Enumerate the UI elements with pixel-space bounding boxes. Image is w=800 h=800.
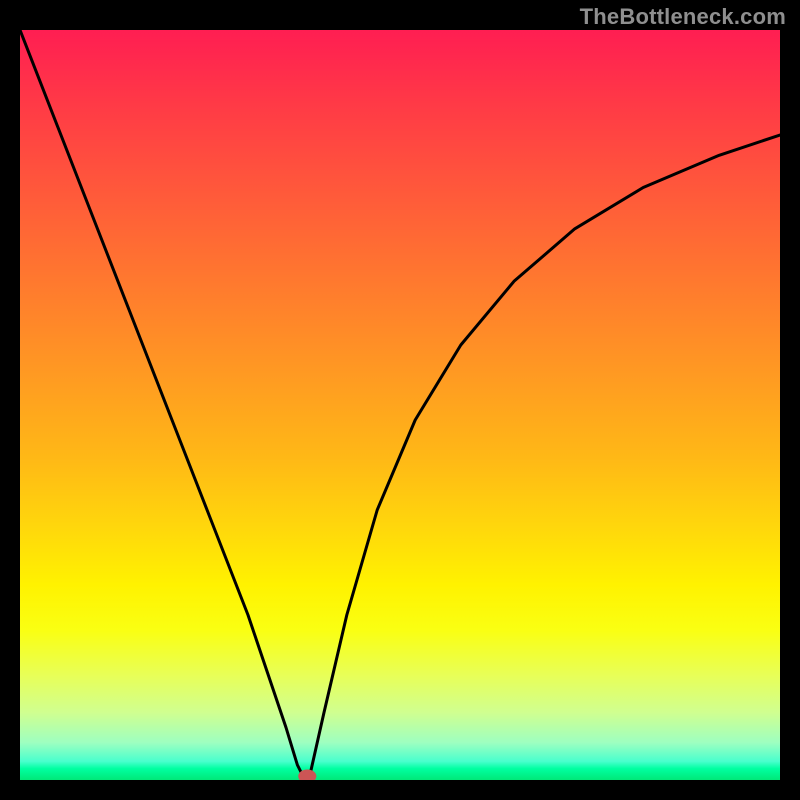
plot-area <box>20 30 780 780</box>
minimum-marker <box>298 770 316 781</box>
attribution-label: TheBottleneck.com <box>580 4 786 30</box>
chart-frame: TheBottleneck.com <box>0 0 800 800</box>
bottleneck-curve <box>20 30 780 780</box>
curve-layer <box>20 30 780 780</box>
